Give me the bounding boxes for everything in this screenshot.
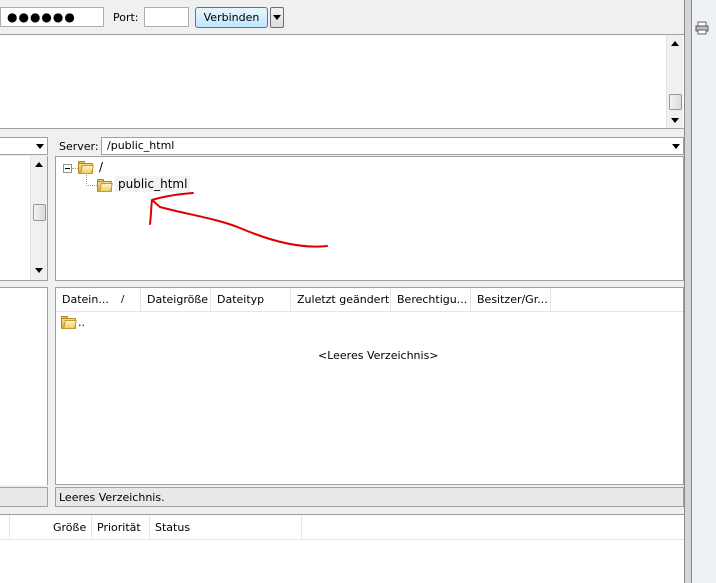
port-field[interactable] xyxy=(144,7,189,27)
local-tree-scrollbar[interactable] xyxy=(30,156,47,280)
server-label: Server: xyxy=(59,140,99,153)
scroll-up-icon[interactable] xyxy=(35,162,43,167)
chevron-down-icon[interactable] xyxy=(672,144,680,149)
folder-icon xyxy=(78,161,94,174)
chevron-down-icon xyxy=(273,15,281,20)
column-header-filesize[interactable]: Dateigröße xyxy=(141,288,211,312)
tree-item-public-html[interactable]: public_html xyxy=(115,176,191,192)
parent-dir-label: .. xyxy=(78,316,85,329)
local-path-combo[interactable] xyxy=(0,137,48,155)
connect-button[interactable]: Verbinden xyxy=(195,7,268,28)
remote-status-bar: Leeres Verzeichnis. xyxy=(55,487,684,507)
queue-header: Größe Priorität Status xyxy=(0,515,684,540)
remote-file-list: Datein... / Dateigröße Dateityp Zuletzt … xyxy=(55,287,684,485)
scroll-up-icon[interactable] xyxy=(671,41,679,46)
sort-indicator: / xyxy=(121,294,125,305)
column-header-filename[interactable]: Datein... / xyxy=(56,288,141,312)
column-header-permissions[interactable]: Berechtigu... xyxy=(391,288,471,312)
quickconnect-history-button[interactable] xyxy=(270,7,284,28)
local-tree-scrollbar-thumb[interactable] xyxy=(33,204,46,221)
local-tree xyxy=(0,156,48,281)
queue-column-leading[interactable] xyxy=(0,515,10,540)
chevron-down-icon xyxy=(36,144,44,149)
local-status-bar xyxy=(0,487,48,507)
port-label: Port: xyxy=(113,11,139,24)
scroll-down-icon[interactable] xyxy=(35,268,43,273)
queue-column-status[interactable]: Status xyxy=(150,515,302,540)
remote-path-value: /public_html xyxy=(107,139,175,152)
log-scrollbar[interactable] xyxy=(666,35,683,128)
password-field[interactable]: ●●●●●● xyxy=(0,7,104,27)
remote-list-header: Datein... / Dateigröße Dateityp Zuletzt … xyxy=(56,288,683,312)
queue-column-priority[interactable]: Priorität xyxy=(92,515,150,540)
quickconnect-bar: ●●●●●● Port: Verbinden xyxy=(0,0,684,34)
remote-status-text: Leeres Verzeichnis. xyxy=(59,491,165,504)
column-header-owner[interactable]: Besitzer/Gr... xyxy=(471,288,551,312)
message-log xyxy=(0,34,684,129)
remote-tree: / public_html xyxy=(55,156,684,281)
remote-path-combo[interactable]: /public_html xyxy=(101,137,684,155)
column-header-filetype[interactable]: Dateityp xyxy=(211,288,291,312)
local-file-list xyxy=(0,287,48,485)
queue-column-size[interactable]: Größe xyxy=(48,515,92,540)
log-scrollbar-thumb[interactable] xyxy=(669,94,682,110)
tree-root-label[interactable]: / xyxy=(99,160,103,174)
folder-icon xyxy=(97,179,113,192)
scroll-down-icon[interactable] xyxy=(671,118,679,123)
empty-directory-message: <Leeres Verzeichnis> xyxy=(318,349,439,362)
list-item[interactable]: .. xyxy=(59,315,119,331)
column-header-modified[interactable]: Zuletzt geändert xyxy=(291,288,391,312)
side-strip xyxy=(692,0,716,583)
window-border xyxy=(684,0,692,583)
folder-icon xyxy=(61,316,77,329)
printer-icon[interactable] xyxy=(695,21,709,35)
collapse-icon[interactable] xyxy=(63,164,72,173)
transfer-queue: Größe Priorität Status xyxy=(0,514,684,583)
